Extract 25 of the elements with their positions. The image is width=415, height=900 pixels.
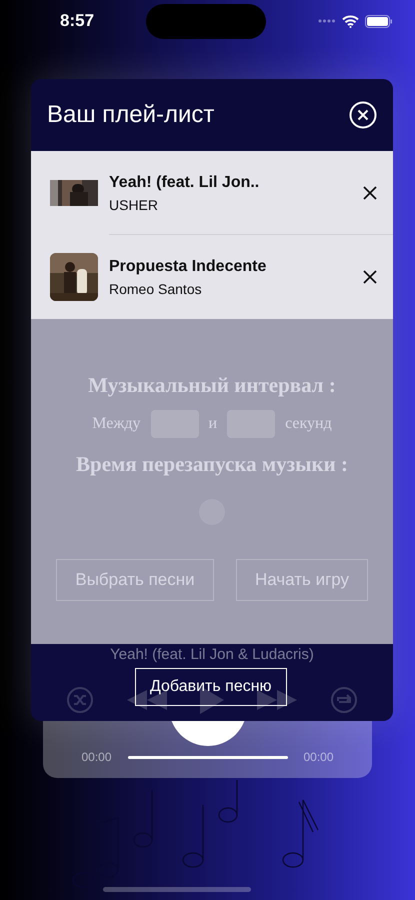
choose-songs-button[interactable]: Выбрать песни	[56, 559, 214, 601]
remove-icon[interactable]	[363, 186, 377, 200]
next-icon[interactable]	[257, 690, 297, 710]
song-title: Propuesta Indecente	[109, 258, 268, 276]
song-artist: Romeo Santos	[109, 280, 203, 296]
remove-icon[interactable]	[363, 270, 377, 284]
section-heading: Музыкальный интервал :	[88, 373, 336, 398]
song-artist: USHER	[109, 196, 160, 212]
progress-track[interactable]	[128, 756, 288, 758]
signal-icon	[318, 19, 336, 23]
clock-time: 8:57	[60, 11, 94, 31]
add-song-button[interactable]: Добавить песню	[135, 668, 287, 706]
now-playing-title: Yeah! (feat. Lil Jon & Ludacris)	[110, 646, 314, 663]
field-label: секунд	[285, 415, 332, 433]
close-button[interactable]	[349, 101, 377, 129]
dialog-title: Ваш плей-лист	[47, 101, 214, 129]
section-heading: Время перезапуска музыки :	[76, 452, 348, 477]
battery-icon	[365, 14, 393, 28]
start-game-button[interactable]: Начать игру	[236, 559, 368, 601]
elapsed-time: 00:00	[81, 750, 112, 764]
field-label: и	[208, 415, 218, 433]
field-label: Между	[92, 415, 141, 433]
wifi-icon	[342, 14, 359, 28]
total-time: 00:00	[304, 750, 334, 764]
song-title: Yeah! (feat. Lil Jon..	[109, 174, 260, 192]
